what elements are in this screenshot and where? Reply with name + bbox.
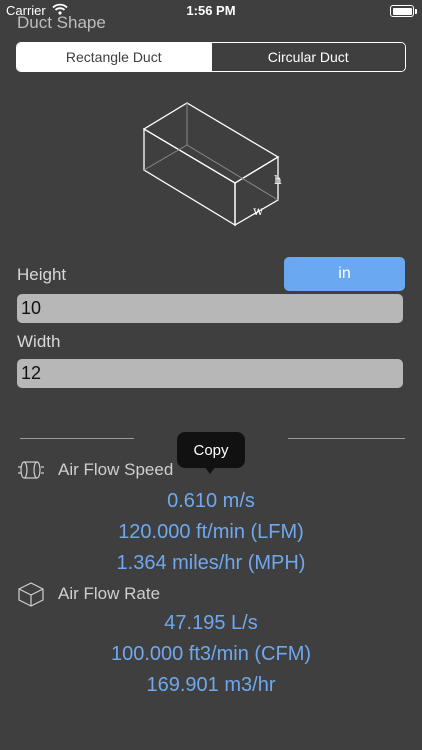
duct-shape-title: Duct Shape — [17, 13, 106, 32]
height-input[interactable]: 10 — [17, 294, 403, 323]
divider-right — [288, 438, 405, 439]
rate-value-ls[interactable]: 47.195 L/s — [0, 612, 422, 635]
segment-circular-duct[interactable]: Circular Duct — [210, 43, 405, 71]
battery-icon — [390, 5, 417, 17]
rate-value-m3hr[interactable]: 169.901 m3/hr — [0, 674, 422, 697]
diagram-height-label: h — [274, 173, 282, 187]
width-label: Width — [17, 332, 61, 351]
air-flow-speed-header: Air Flow Speed — [17, 459, 173, 481]
duct-shape-segmented-control: Rectangle Duct Circular Duct — [16, 42, 406, 72]
air-flow-speed-icon — [18, 461, 44, 479]
air-flow-rate-header: Air Flow Rate — [17, 581, 160, 607]
speed-value-mph[interactable]: 1.364 miles/hr (MPH) — [0, 552, 422, 575]
segment-rectangle-duct[interactable]: Rectangle Duct — [17, 43, 211, 71]
speed-value-lfm[interactable]: 120.000 ft/min (LFM) — [0, 521, 422, 544]
unit-button[interactable]: in — [284, 257, 405, 291]
cube-icon — [18, 582, 44, 607]
rectangular-duct-diagram-icon: h w — [142, 102, 282, 227]
width-input[interactable]: 12 — [17, 359, 403, 388]
copy-tooltip[interactable]: Copy — [177, 432, 245, 468]
divider-left — [20, 438, 134, 439]
copy-tooltip-arrow — [204, 466, 216, 474]
rate-value-cfm[interactable]: 100.000 ft3/min (CFM) — [0, 643, 422, 666]
height-label: Height — [17, 265, 67, 284]
air-flow-rate-label: Air Flow Rate — [58, 584, 161, 603]
speed-value-ms[interactable]: 0.610 m/s — [0, 490, 422, 513]
air-flow-speed-label: Air Flow Speed — [58, 460, 174, 479]
diagram-width-label: w — [253, 204, 264, 218]
